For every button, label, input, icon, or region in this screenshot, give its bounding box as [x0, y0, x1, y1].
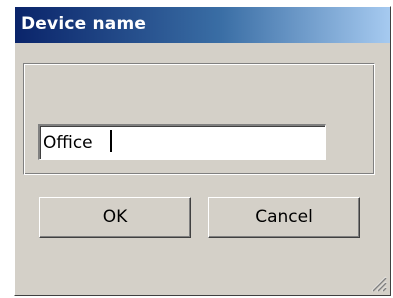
- dialog-title: Device name: [21, 14, 147, 34]
- resize-grip-icon[interactable]: [369, 274, 387, 292]
- device-name-dialog: Device name OK Cancel: [14, 6, 391, 296]
- text-caret: [110, 130, 112, 152]
- device-name-input[interactable]: [38, 124, 326, 160]
- cancel-button[interactable]: Cancel: [208, 197, 360, 238]
- title-bar[interactable]: Device name: [15, 7, 390, 43]
- ok-button[interactable]: OK: [39, 197, 191, 238]
